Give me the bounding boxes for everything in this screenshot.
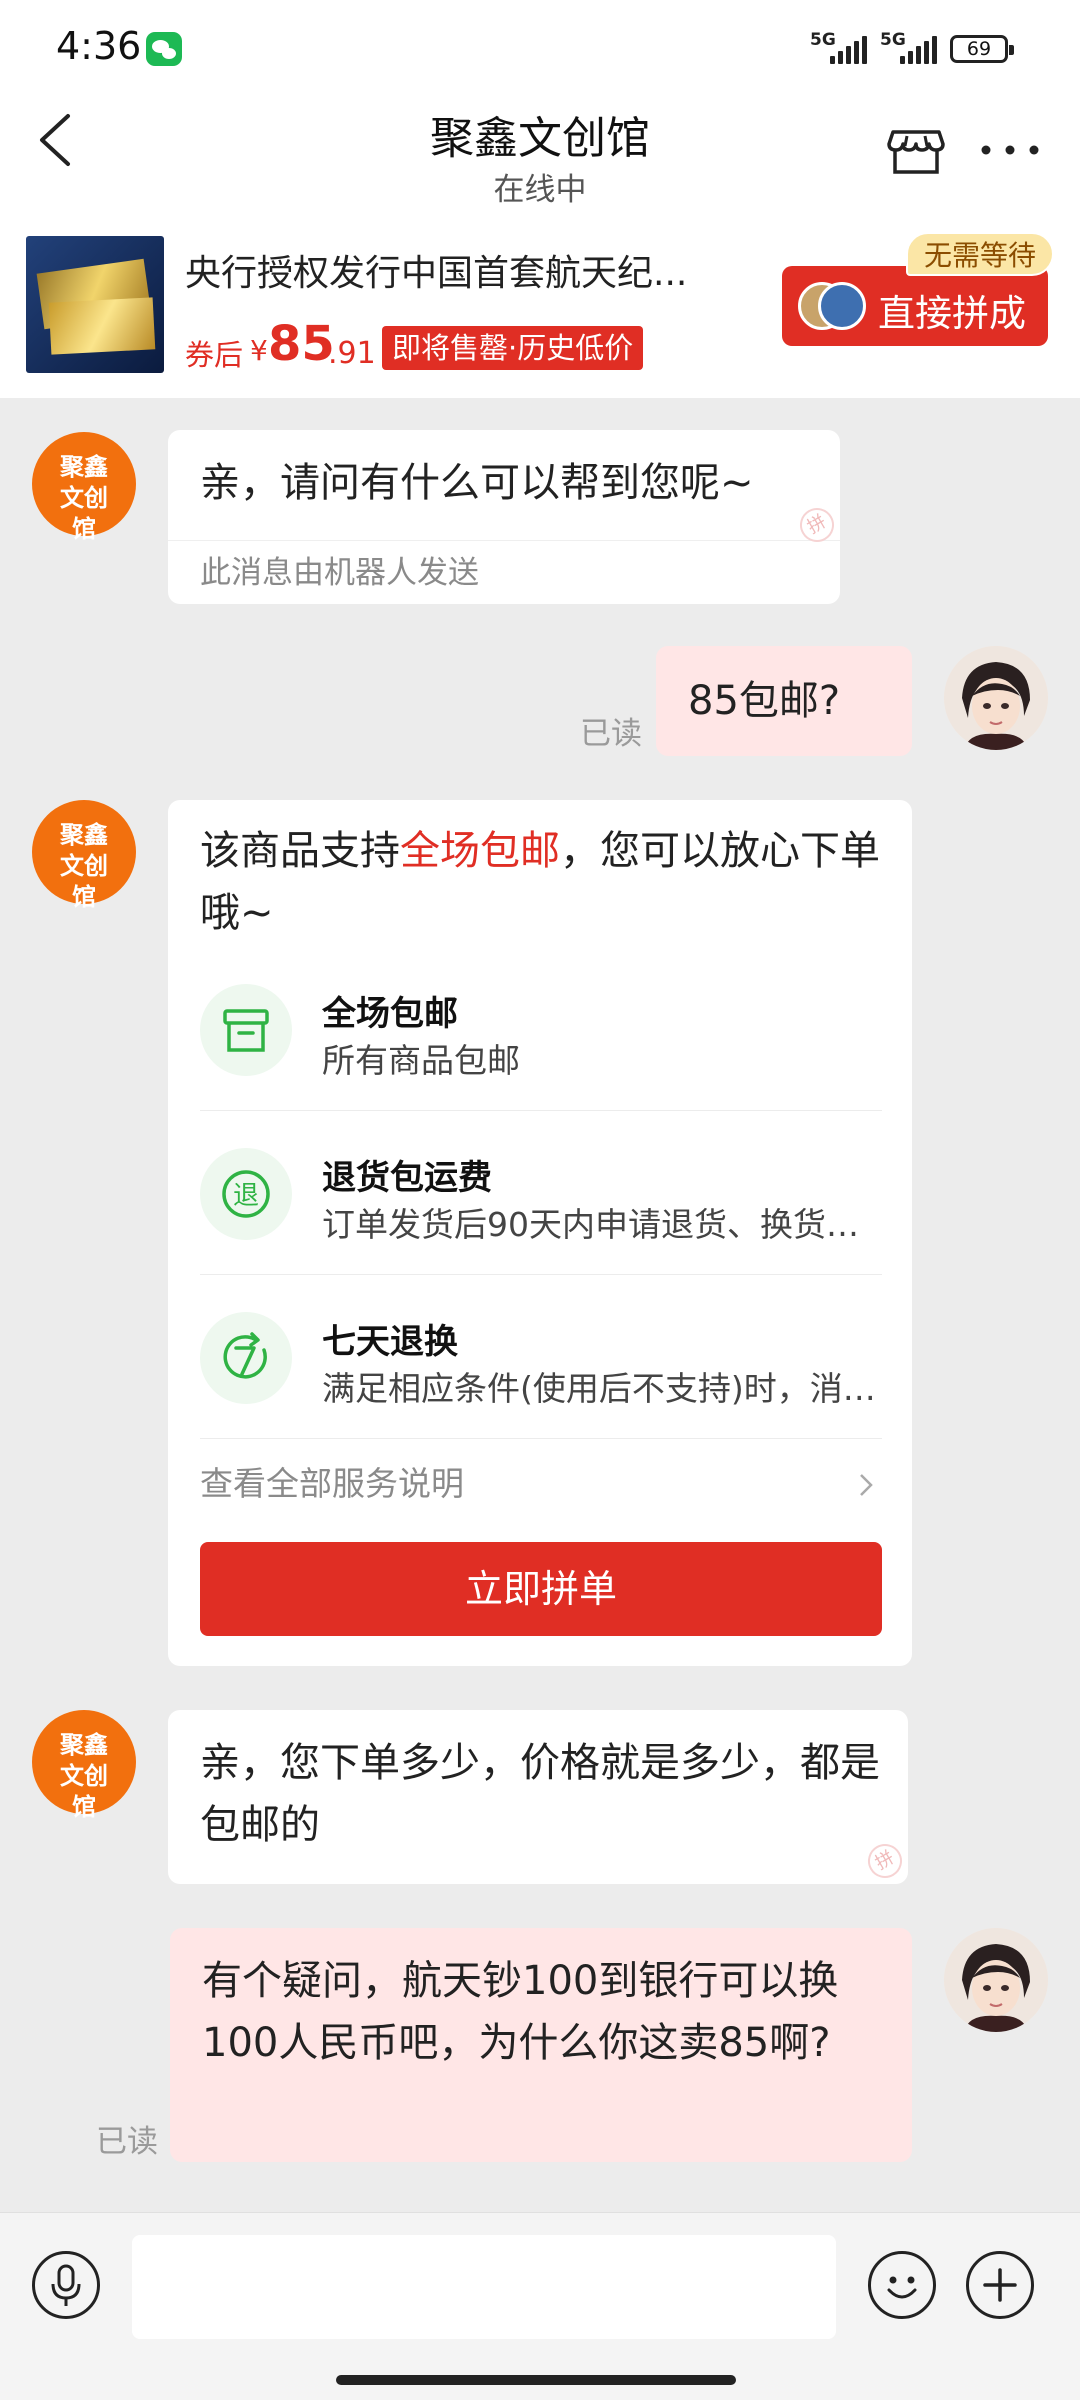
shop-avatar-text: 聚鑫文创馆: [60, 1731, 108, 1821]
shop-avatar-text: 聚鑫文创馆: [60, 821, 108, 911]
no-wait-badge: 无需等待: [906, 232, 1055, 276]
price-currency: ¥: [250, 334, 268, 367]
shop-avatar[interactable]: 聚鑫文创馆: [32, 432, 136, 543]
divider: [200, 1438, 882, 1439]
input-bar: [0, 2212, 1080, 2400]
direct-group-button[interactable]: 直接拼成: [782, 266, 1048, 346]
chevron-right-icon: [860, 1474, 873, 1496]
message-text: 亲，您下单多少，价格就是多少，都是包邮的: [200, 1740, 880, 1848]
signal-label-2: 5G: [880, 30, 906, 50]
message-bubble-shop-1[interactable]: 亲，请问有什么可以帮到您呢~ 此消息由机器人发送 拼: [168, 430, 841, 604]
signal-5g-icon: 5G: [810, 30, 870, 64]
divider: [200, 1110, 882, 1111]
message-input[interactable]: [132, 2235, 836, 2339]
emoji-icon[interactable]: [868, 2251, 936, 2319]
coupon-prefix: 券后: [185, 338, 244, 372]
box-icon: [200, 984, 292, 1076]
product-title[interactable]: 央行授权发行中国首套航天纪...: [185, 244, 745, 296]
sale-tag: 即将售罄·历史低价: [382, 326, 644, 370]
service-item[interactable]: 退 退货包运费 订单发货后90天内申请退货、换货，退货运费由商家承担: [200, 1114, 882, 1278]
service-item[interactable]: 七天退换 满足相应条件(使用后不支持)时，消费者可申请七天无理由退换货: [200, 1278, 882, 1442]
order-now-button[interactable]: 立即拼单: [200, 1542, 882, 1636]
all-services-label: 查看全部服务说明: [200, 1464, 464, 1503]
message-text: 亲，请问有什么可以帮到您呢~: [200, 460, 754, 506]
battery-icon: 69: [950, 35, 1014, 63]
shop-avatar-text: 聚鑫文创馆: [60, 453, 108, 543]
message-bubble-mine-2[interactable]: 有个疑问，航天钞100到银行可以换100人民币吧，为什么你这卖85啊?: [170, 1928, 912, 2162]
shop-avatar[interactable]: 聚鑫文创馆: [32, 800, 136, 911]
home-indicator[interactable]: [336, 2375, 736, 2385]
robot-note: 此消息由机器人发送: [168, 540, 840, 604]
group-button-label: 直接拼成: [878, 292, 1026, 335]
message-text: 85包邮?: [688, 678, 841, 724]
top-panel: 4:36 5G 5G 69 聚鑫文创馆 在线中 央行授权发行中国首套航天纪...…: [0, 0, 1080, 398]
more-options-icon[interactable]: [978, 140, 1042, 160]
svg-text:退: 退: [233, 1181, 259, 1211]
shop-avatar[interactable]: 聚鑫文创馆: [32, 1710, 136, 1821]
price-integer: 85: [268, 316, 335, 372]
message-bubble-mine-1[interactable]: 85包邮?: [656, 646, 912, 756]
service-item[interactable]: 全场包邮 所有商品包邮: [200, 950, 882, 1114]
status-bar: 4:36 5G 5G 69: [0, 0, 1080, 100]
return-icon: 退: [200, 1148, 292, 1240]
read-receipt: 已读: [96, 2124, 158, 2160]
message-text-pre: 该商品支持: [200, 828, 400, 874]
message-card-shipping: 该商品支持全场包邮，您可以放心下单哦~ 全场包邮 所有商品包邮 退 退货包运费 …: [168, 800, 912, 1666]
message-highlight: 全场包邮: [400, 828, 560, 874]
signal-label: 5G: [810, 30, 836, 50]
seven-day-icon: [200, 1312, 292, 1404]
wechat-notification-icon: [146, 32, 182, 66]
all-services-link[interactable]: 查看全部服务说明: [200, 1454, 882, 1514]
divider: [200, 1274, 882, 1275]
status-time: 4:36: [56, 24, 142, 68]
microphone-icon[interactable]: [32, 2251, 100, 2319]
user-avatar[interactable]: [944, 1928, 1048, 2032]
signal-5g-icon-2: 5G: [880, 30, 940, 64]
message-bubble-shop-2[interactable]: 亲，您下单多少，价格就是多少，都是包邮的 拼: [168, 1710, 909, 1885]
service-name: 退货包运费: [322, 1158, 492, 1198]
service-desc: 所有商品包邮: [322, 1041, 520, 1080]
price-decimal: .91: [328, 336, 376, 371]
read-receipt: 已读: [580, 716, 642, 752]
user-avatar[interactable]: [944, 646, 1048, 750]
message-text: 该商品支持全场包邮，您可以放心下单哦~: [200, 820, 890, 944]
message-text: 有个疑问，航天钞100到银行可以换100人民币吧，为什么你这卖85啊?: [202, 1958, 839, 2066]
service-name: 全场包邮: [322, 994, 458, 1034]
service-desc: 订单发货后90天内申请退货、换货，退货运费由商家承担: [322, 1205, 882, 1244]
store-icon[interactable]: [885, 118, 947, 180]
product-image[interactable]: [26, 236, 164, 373]
group-avatars: [798, 282, 866, 330]
plus-icon[interactable]: [966, 2251, 1034, 2319]
service-desc: 满足相应条件(使用后不支持)时，消费者可申请七天无理由退换货: [322, 1369, 882, 1408]
service-name: 七天退换: [322, 1322, 458, 1362]
